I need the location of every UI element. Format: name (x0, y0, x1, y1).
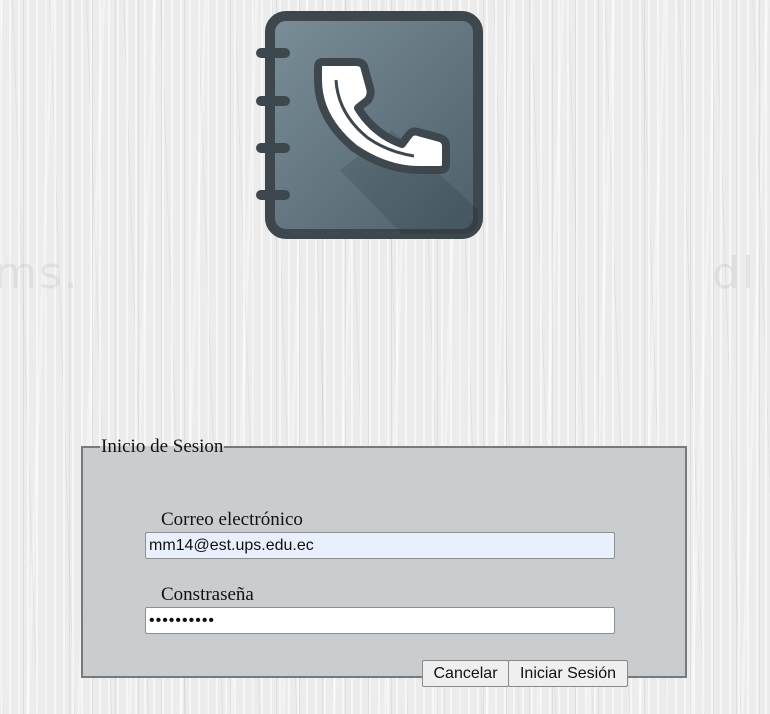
login-button[interactable]: Iniciar Sesión (508, 660, 628, 687)
background-watermark: dl (712, 248, 757, 299)
login-fieldset: Inicio de Sesion Correo electrónico Cons… (81, 436, 687, 687)
phonebook-icon (256, 11, 483, 239)
email-label: Correo electrónico (161, 509, 303, 530)
cancel-button[interactable]: Cancelar (422, 660, 509, 687)
password-label: Constraseña (161, 584, 254, 605)
password-input[interactable] (145, 607, 615, 634)
background-watermark: ms. (0, 248, 80, 299)
login-legend: Inicio de Sesion (101, 436, 224, 457)
email-input[interactable] (145, 532, 615, 559)
